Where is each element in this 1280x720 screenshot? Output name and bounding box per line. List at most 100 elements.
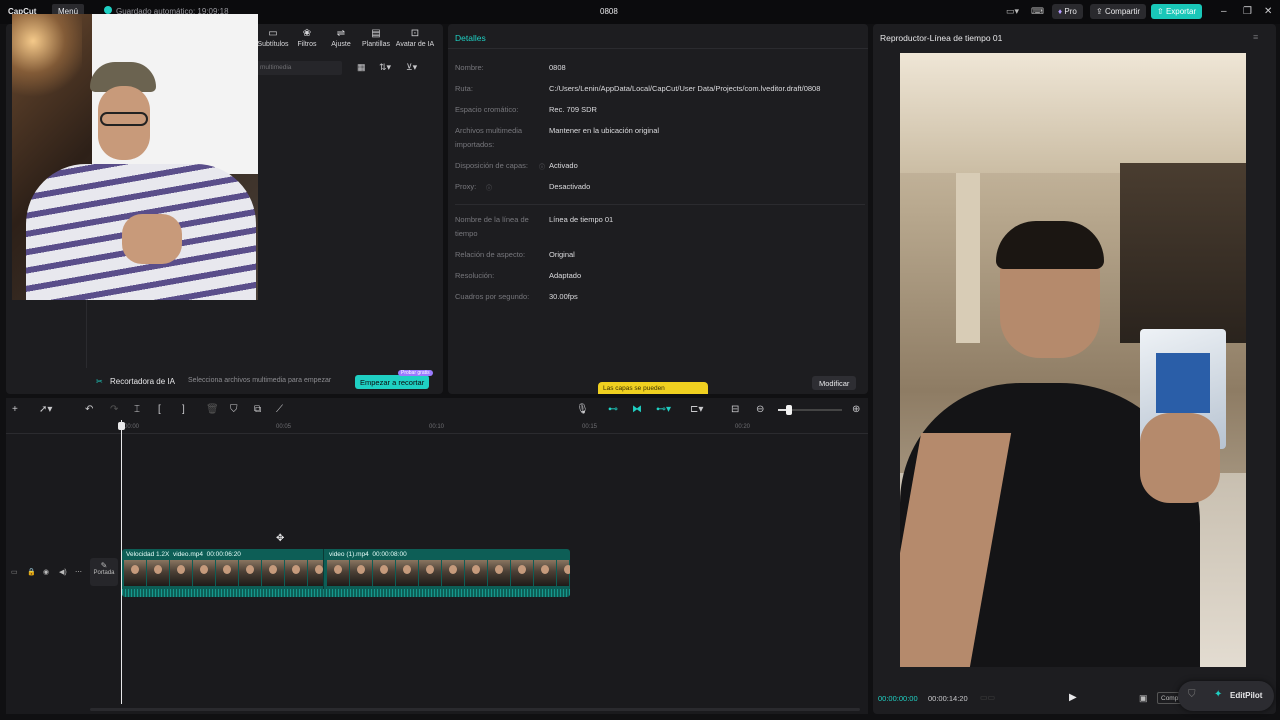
keyboard-icon[interactable]: ⌨ <box>1031 6 1044 17</box>
current-time: 00:00:00:00 <box>878 694 918 703</box>
detail-label: Archivos multimedia importados: <box>455 126 523 149</box>
filters-icon: ❀ <box>302 28 312 39</box>
ruler-label: 00:10 <box>429 424 445 430</box>
video-track[interactable]: Velocidad 1.2X video.mp4 00:00:06:20 vid… <box>122 549 570 597</box>
info-icon[interactable]: ⓘ <box>486 183 492 192</box>
detail-value: C:/Users/Lenin/AppData/Local/CapCut/User… <box>549 84 821 93</box>
tab-filters[interactable]: ❀ Filtros <box>290 28 324 48</box>
thumbnail <box>534 560 556 586</box>
pillar <box>956 173 980 343</box>
more-options-icon[interactable]: ⋯ <box>75 568 82 576</box>
thumbnail <box>124 560 146 586</box>
thumbnail <box>193 560 215 586</box>
adjust-icon: ⇌ <box>336 28 346 39</box>
shield-icon[interactable]: ⛉ <box>1188 689 1196 700</box>
detail-value: Desactivado <box>549 182 591 191</box>
microphone-icon[interactable]: 🎙 <box>576 404 589 415</box>
zoom-in-icon[interactable]: ⊕ <box>852 404 860 415</box>
clip-2-label: video (1).mp4 00:00:08:00 <box>329 551 407 558</box>
linkage-icon[interactable]: ⊷▾ <box>656 404 671 415</box>
zoom-slider[interactable] <box>778 405 842 415</box>
fullscreen-ratio-icon[interactable]: ▣ <box>1139 693 1148 704</box>
time-ruler[interactable]: 00:00 00:05 00:10 00:15 00:20 <box>6 420 868 434</box>
layers-tooltip: Las capas se pueden <box>598 382 708 394</box>
undo-icon[interactable]: ↶ <box>85 404 93 415</box>
modify-button[interactable]: Modificar <box>812 376 857 390</box>
subtitles-icon: ▭ <box>268 28 278 39</box>
editpilot-widget[interactable]: ⛉ ✦ EditPilot <box>1178 681 1274 711</box>
mask-icon[interactable]: ⛉ <box>230 404 238 415</box>
info-icon[interactable]: ⓘ <box>539 162 545 171</box>
zoom-slider-handle[interactable] <box>786 405 792 415</box>
cloud-sync-icon <box>104 6 112 14</box>
detail-value: 30.00fps <box>549 292 578 301</box>
player-panel: Reproductor-Línea de tiempo 01 ≡ 00:00:0… <box>873 24 1276 714</box>
total-time: 00:00:14:20 <box>928 694 968 703</box>
maximize-button[interactable]: ❐ <box>1243 6 1252 17</box>
thumbnail <box>147 560 169 586</box>
timeline-panel: + ➚▾ ↶ ↷ ⌶ [ ] 🗑 ⛉ ⧉ ⟋ 🎙 ⊷ ⧓ ⊷▾ ⊏▾ ⊟ ⊖ ⊕… <box>6 398 868 714</box>
try-free-badge: Probar gratis <box>398 370 433 376</box>
tab-subtitles[interactable]: ▭ Subtítulos <box>256 28 290 48</box>
thumbnail <box>488 560 510 586</box>
details-panel: Detalles Nombre: 0808 Ruta: C:/Users/Lenin… <box>448 24 868 394</box>
share-icon: ⇪ <box>1096 7 1103 16</box>
grid-view-icon[interactable]: ▦ <box>357 62 366 73</box>
close-button[interactable]: ✕ <box>1264 6 1272 17</box>
thumbnail <box>308 560 323 586</box>
split-icon[interactable]: ⌶ <box>134 404 140 415</box>
filter-icon[interactable]: ⊻▾ <box>406 62 417 73</box>
horizontal-scrollbar[interactable] <box>90 708 860 711</box>
ruler-label: 00:20 <box>735 424 751 430</box>
audio-icon[interactable]: ◀) <box>59 568 67 576</box>
pro-button[interactable]: ♦ Pro <box>1052 4 1083 19</box>
tab-ai-avatar[interactable]: ⊡ Avatar de IA <box>394 28 436 48</box>
sort-icon[interactable]: ⇅▾ <box>379 62 391 73</box>
preview-axis-icon[interactable]: ⊏▾ <box>690 404 703 415</box>
share-button[interactable]: ⇪ Compartir <box>1090 4 1147 19</box>
caption-icon[interactable]: ⊟ <box>731 404 739 415</box>
detail-value: Línea de tiempo 01 <box>549 215 614 224</box>
detail-value: Mantener en la ubicación original <box>549 126 660 135</box>
minimize-button[interactable]: – <box>1221 6 1227 17</box>
auto-snap-icon[interactable]: ⧓ <box>632 404 642 415</box>
tab-templates[interactable]: ▤ Plantillas <box>358 28 394 48</box>
thumbnail <box>350 560 372 586</box>
redo-icon[interactable]: ↷ <box>110 404 118 415</box>
cursor-icon: ✥ <box>276 533 285 544</box>
ai-cutter-label: Recortadora de IA <box>110 377 175 386</box>
add-track-icon[interactable]: + <box>12 404 18 415</box>
editpilot-label: EditPilot <box>1230 691 1263 700</box>
export-button[interactable]: ⇧ Exportar <box>1151 4 1203 19</box>
lock-icon[interactable]: 🔒 <box>27 568 36 576</box>
magic-wand-icon[interactable]: ⟋ <box>276 404 283 415</box>
templates-icon: ▤ <box>371 28 381 39</box>
media-search-input[interactable]: multimedia <box>256 61 342 75</box>
divider <box>448 48 868 49</box>
trim-right-icon[interactable]: ] <box>182 404 185 415</box>
main-track-magnet-icon[interactable]: ⊷ <box>608 404 618 415</box>
cover-button[interactable]: ✎ Portada <box>90 558 118 586</box>
detail-value: Adaptado <box>549 271 582 280</box>
layout-icon[interactable]: ▭▾ <box>1006 6 1019 17</box>
trim-left-icon[interactable]: [ <box>158 404 161 415</box>
ruler-label: 00:15 <box>582 424 598 430</box>
play-button[interactable]: ▶ <box>1069 692 1077 703</box>
zoom-out-icon[interactable]: ⊖ <box>756 404 764 415</box>
ruler-label: 00:05 <box>276 424 292 430</box>
timeline-view-icon[interactable]: ▭▭ <box>980 693 995 702</box>
divider <box>455 204 865 205</box>
tab-adjust[interactable]: ⇌ Ajuste <box>324 28 358 48</box>
delete-icon[interactable]: 🗑 <box>206 404 219 415</box>
ai-cutter-icon: ✂ <box>96 377 103 386</box>
select-tool-icon[interactable]: ➚▾ <box>39 404 52 415</box>
freeze-icon[interactable]: ⧉ <box>254 404 261 415</box>
thumbnail <box>511 560 533 586</box>
playhead-handle[interactable] <box>118 422 125 430</box>
track-toggle-icon[interactable]: ▭ <box>11 568 18 576</box>
thumbnail <box>373 560 395 586</box>
player-menu-icon[interactable]: ≡ <box>1253 32 1258 42</box>
visibility-icon[interactable]: ◉ <box>43 568 49 576</box>
cover-label: Portada <box>93 570 115 576</box>
start-cutting-button[interactable]: Empezar a recortar <box>355 375 430 389</box>
